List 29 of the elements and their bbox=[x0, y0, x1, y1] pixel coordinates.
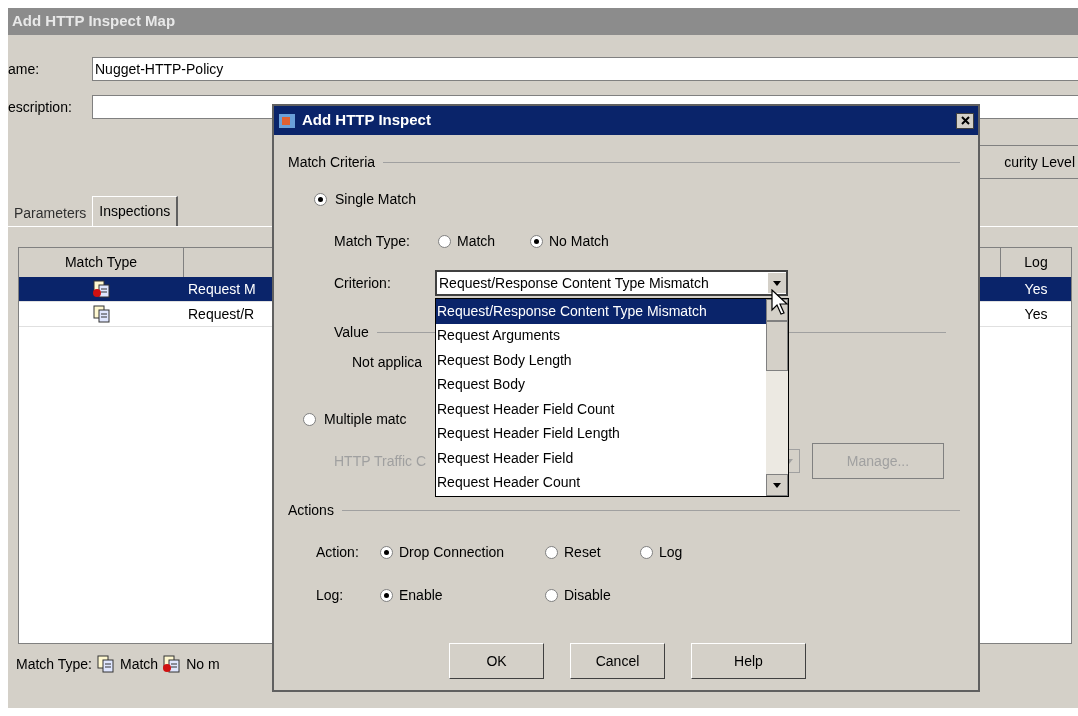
field-label: Match Type: bbox=[334, 231, 411, 251]
radio-label: Multiple matc bbox=[324, 409, 407, 429]
table-cell-text: Yes bbox=[1023, 304, 1049, 324]
table-cell-text: Request/R bbox=[187, 304, 256, 324]
radio-label: No Match bbox=[549, 231, 609, 251]
radio-label: Log bbox=[659, 542, 683, 562]
column-header: Log bbox=[1023, 253, 1049, 272]
legend-text: Match bbox=[120, 654, 159, 674]
group-label: Match Criteria bbox=[288, 152, 377, 172]
dialog-title: Add HTTP Inspect bbox=[302, 110, 432, 131]
table-cell-text: Request M bbox=[187, 279, 257, 299]
field-label: Action: bbox=[316, 542, 360, 562]
table-cell-text: Yes bbox=[1023, 279, 1049, 299]
radio-label: Enable bbox=[399, 585, 443, 605]
radio-label: Match bbox=[457, 231, 496, 251]
field-label: ame: bbox=[8, 59, 41, 79]
value-text: Not applica bbox=[352, 352, 423, 372]
radio-label: Single Match bbox=[335, 189, 416, 209]
legend-label: Match Type: bbox=[16, 654, 92, 674]
legend-text: No m bbox=[186, 654, 220, 674]
radio-label: Disable bbox=[564, 585, 611, 605]
group-label: Actions bbox=[288, 500, 335, 520]
window-title: Add HTTP Inspect Map bbox=[12, 11, 176, 32]
field-label: Log: bbox=[316, 585, 345, 605]
field-label: Criterion: bbox=[334, 273, 392, 293]
group-label: Value bbox=[334, 322, 370, 342]
field-label: escription: bbox=[8, 97, 73, 117]
radio-label: Drop Connection bbox=[399, 542, 505, 562]
radio-label: Reset bbox=[564, 542, 601, 562]
